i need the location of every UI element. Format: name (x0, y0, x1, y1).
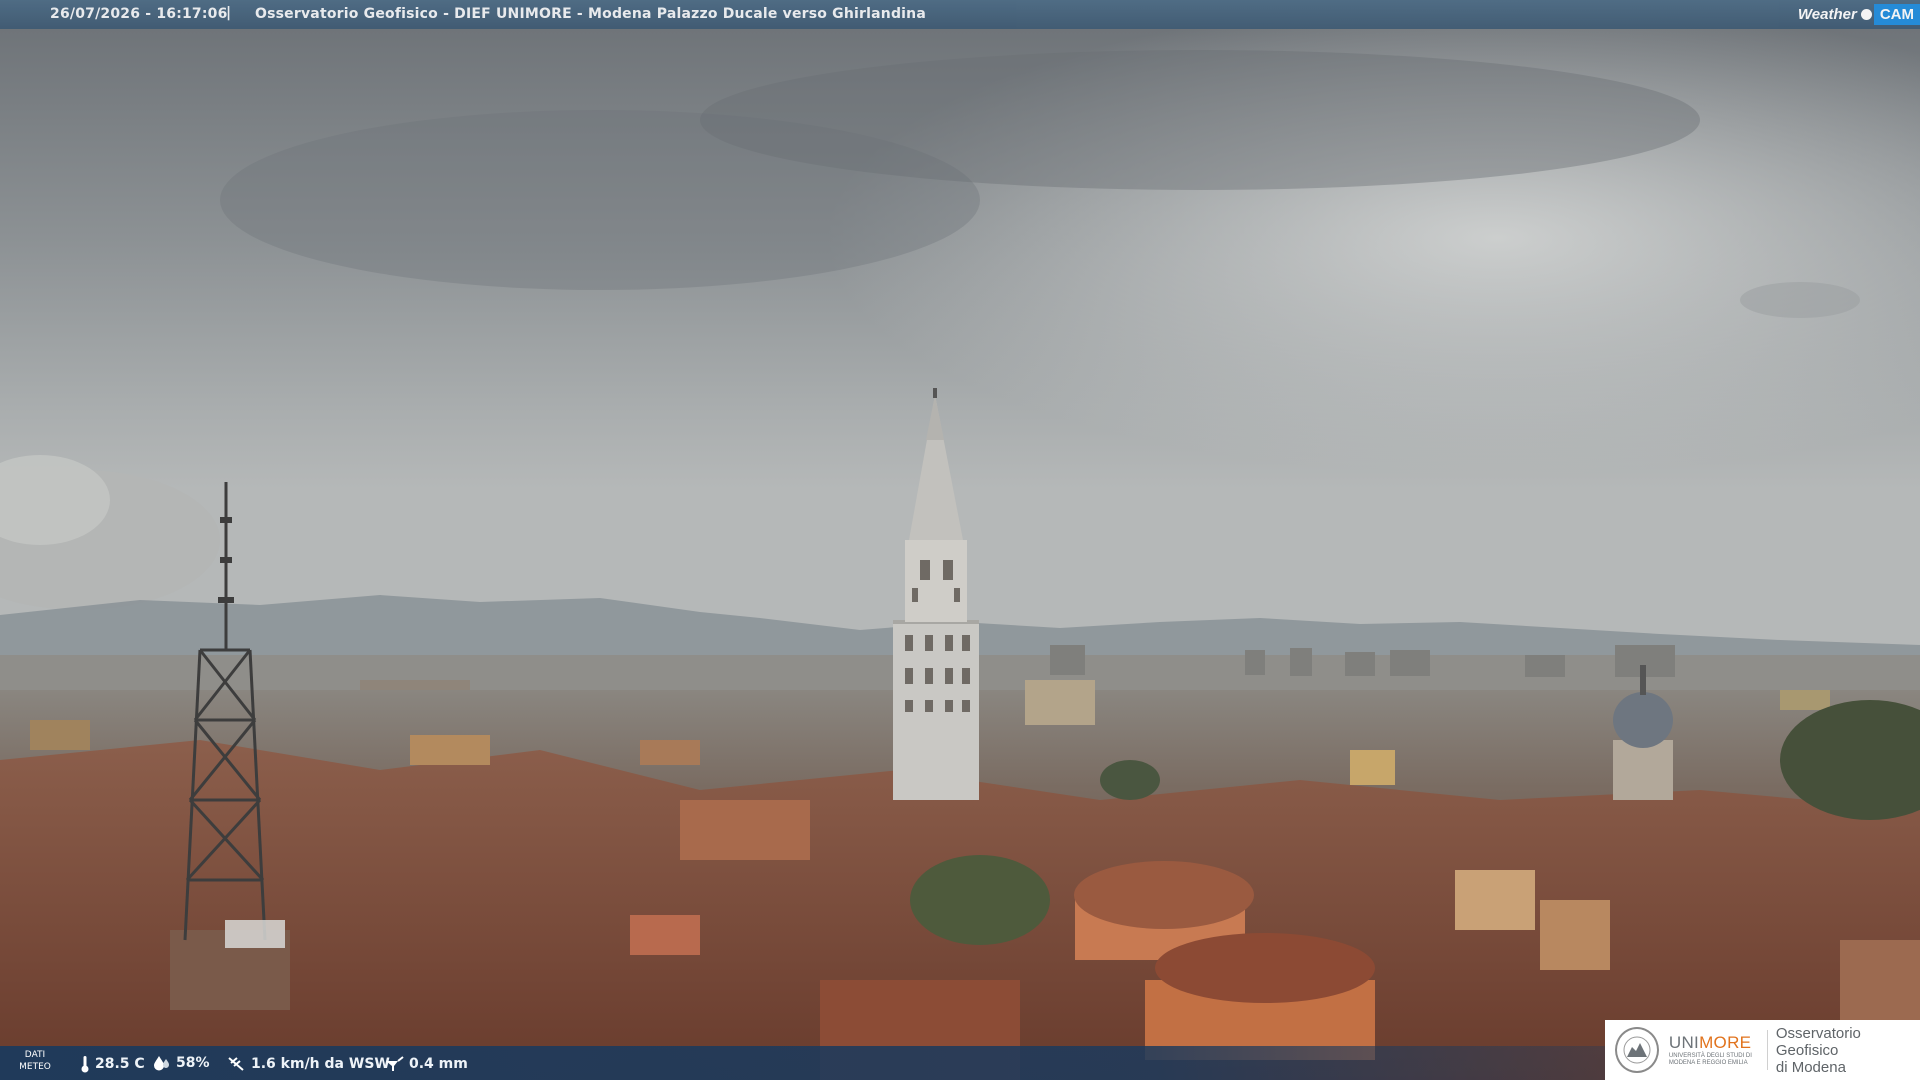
temperature-reading: 28.5 C (80, 1055, 145, 1073)
unimore-brand: UNIMORE UNIVERSITÀ DEGLI STUDI DI MODENA… (1669, 1033, 1759, 1067)
weathercam-logo-right: CAM (1873, 3, 1920, 25)
unimore-wordmark-a: UNI (1668, 1033, 1700, 1052)
webcam-scene (0, 0, 1920, 1080)
logo-divider (1766, 1030, 1768, 1070)
meteo-label-line2: METEO (19, 1062, 51, 1072)
unimore-seal-icon (1615, 1027, 1659, 1073)
observatory-line2: di Modena (1775, 1058, 1846, 1076)
wind-icon (226, 1055, 246, 1073)
unimore-subtitle: UNIVERSITÀ DEGLI STUDI DI MODENA E REGGI… (1668, 1053, 1752, 1066)
weathercam-logo-left: Weather (1797, 5, 1857, 23)
weathercam-dot-icon (1860, 8, 1872, 20)
camera-title: Osservatorio Geofisico - DIEF UNIMORE - … (255, 6, 926, 22)
meteo-label: DATI METEO (14, 1049, 56, 1073)
thermometer-icon (80, 1055, 90, 1073)
humidity-value: 58% (176, 1055, 210, 1071)
rain-reading: 0.4 mm (384, 1055, 468, 1073)
unimore-wordmark-b: MORE (1699, 1033, 1752, 1052)
humidity-reading: 58% (153, 1055, 210, 1071)
trees (910, 855, 1050, 945)
rain-value: 0.4 mm (409, 1056, 468, 1072)
wind-reading: 1.6 km/h da WSW (226, 1055, 390, 1073)
top-info-bar: 26/07/2026 - 16:17:06 | Osservatorio Geo… (0, 0, 1920, 29)
rain-gauge-icon (384, 1055, 404, 1073)
observatory-line1: Osservatorio Geofisico (1775, 1024, 1861, 1059)
wind-value: 1.6 km/h da WSW (251, 1056, 390, 1072)
meteo-label-line1: DATI (24, 1050, 46, 1060)
temperature-value: 28.5 C (95, 1056, 145, 1072)
datetime-label: 26/07/2026 - 16:17:06 (50, 6, 228, 22)
humidity-drop-icon (153, 1055, 171, 1071)
dome (1074, 861, 1254, 929)
unimore-wordmark: UNIMORE (1669, 1033, 1759, 1053)
separator: | (226, 5, 232, 21)
observatory-name: Osservatorio Geofisico di Modena (1776, 1025, 1920, 1076)
weathercam-logo: Weather CAM (1794, 2, 1920, 26)
unimore-logo-box: UNIMORE UNIVERSITÀ DEGLI STUDI DI MODENA… (1605, 1020, 1920, 1080)
